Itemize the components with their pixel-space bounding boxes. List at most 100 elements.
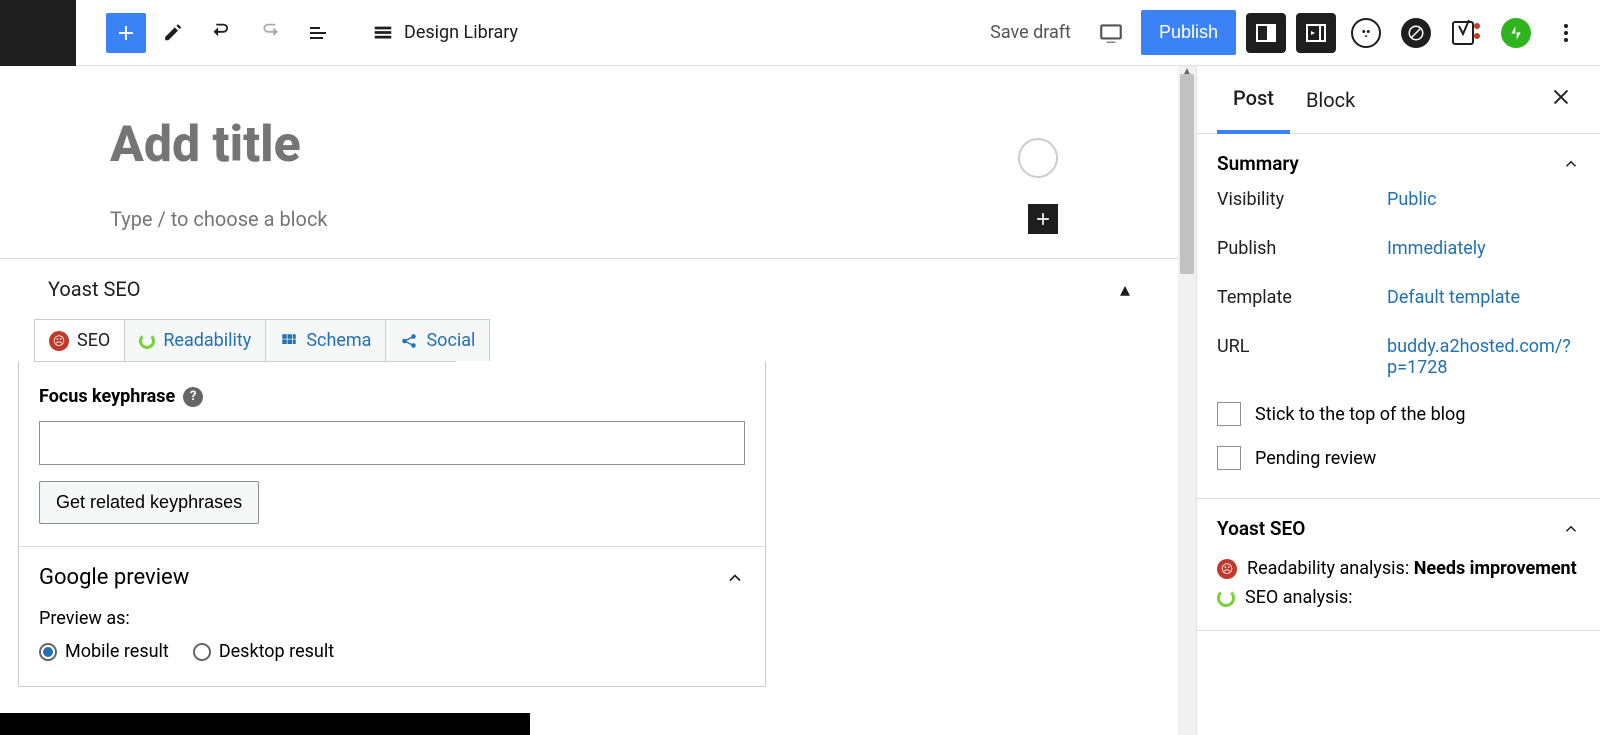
options-menu-button[interactable] xyxy=(1546,13,1586,53)
sidebar-tabs: Post Block xyxy=(1197,66,1600,134)
google-preview-section: Google preview Preview as: Mobile result… xyxy=(19,546,765,662)
scroll-thumb[interactable] xyxy=(1180,74,1194,274)
yoast-metabox-header[interactable]: Yoast SEO ▴ xyxy=(0,259,1178,319)
add-block-button[interactable] xyxy=(106,13,146,53)
undo-icon xyxy=(210,21,234,45)
redo-button[interactable] xyxy=(250,13,290,53)
plugin-panel-button[interactable] xyxy=(1296,13,1336,53)
grid-icon xyxy=(280,332,298,350)
radio-desktop-label: Desktop result xyxy=(219,641,334,662)
get-related-keyphrases-button[interactable]: Get related keyphrases xyxy=(39,481,259,524)
tab-readability[interactable]: Readability xyxy=(124,319,266,361)
stick-label: Stick to the top of the blog xyxy=(1255,404,1465,425)
help-icon[interactable]: ? xyxy=(183,387,203,407)
save-draft-button[interactable]: Save draft xyxy=(980,16,1081,49)
desktop-icon xyxy=(1098,20,1124,46)
collab-avatar[interactable] xyxy=(1018,138,1058,178)
tab-post[interactable]: Post xyxy=(1217,66,1290,134)
block-prompt[interactable]: Type / to choose a block xyxy=(110,207,1028,231)
tab-seo[interactable]: ☹ SEO xyxy=(34,319,125,361)
undo-button[interactable] xyxy=(202,13,242,53)
google-preview-header[interactable]: Google preview xyxy=(39,565,745,590)
editor-scrollbar[interactable]: ▲ xyxy=(1178,66,1196,735)
stick-checkbox-row[interactable]: Stick to the top of the blog xyxy=(1217,392,1580,436)
yoast-seo-tabpanel: Focus keyphrase ? Get related keyphrases… xyxy=(18,362,766,687)
share-icon xyxy=(400,332,418,350)
checkbox-unchecked-icon xyxy=(1217,446,1241,470)
settings-sidebar: Post Block Summary Visibility Public Pub… xyxy=(1196,66,1600,735)
template-label: Template xyxy=(1217,287,1387,308)
sidebar-icon xyxy=(1254,21,1278,45)
owl-icon xyxy=(1351,18,1381,48)
row-url: URL buddy.a2hosted.com/?p=1728 xyxy=(1217,322,1580,392)
sidebar-yoast-header[interactable]: Yoast SEO xyxy=(1217,517,1580,540)
yoast-metabox-title: Yoast SEO xyxy=(48,277,141,301)
workspace: Add title Type / to choose a block Yoast… xyxy=(0,66,1600,735)
seo-analysis-row[interactable]: SEO analysis: xyxy=(1217,583,1580,612)
design-library-button[interactable]: Design Library xyxy=(372,22,518,44)
panel-icon xyxy=(1304,21,1328,45)
publish-value[interactable]: Immediately xyxy=(1387,238,1580,259)
yoast-metabox: Yoast SEO ▴ ☹ SEO Readability Schema xyxy=(0,258,1178,687)
mailpoet-icon[interactable] xyxy=(1346,13,1386,53)
bottom-black-bar xyxy=(0,713,530,735)
preview-radio-group: Mobile result Desktop result xyxy=(39,641,745,662)
inline-add-block-button[interactable] xyxy=(1028,204,1058,234)
summary-header[interactable]: Summary xyxy=(1217,152,1580,175)
tab-block[interactable]: Block xyxy=(1290,68,1371,132)
block-prompt-row: Type / to choose a block xyxy=(0,204,1178,258)
google-preview-title: Google preview xyxy=(39,565,189,590)
chevron-up-icon xyxy=(1562,520,1580,538)
readability-text: Readability analysis: xyxy=(1247,558,1414,579)
design-library-label: Design Library xyxy=(404,22,518,43)
post-title-input[interactable]: Add title xyxy=(110,116,1068,174)
radio-mobile-label: Mobile result xyxy=(65,641,169,662)
chevron-up-icon xyxy=(725,568,745,588)
toolbar-left: Design Library xyxy=(76,13,518,53)
tools-button[interactable] xyxy=(154,13,194,53)
radio-unchecked-icon xyxy=(193,643,211,661)
publish-button[interactable]: Publish xyxy=(1141,10,1236,55)
row-visibility: Visibility Public xyxy=(1217,175,1580,224)
close-sidebar-button[interactable] xyxy=(1542,78,1580,122)
settings-sidebar-toggle[interactable] xyxy=(1246,13,1286,53)
focus-keyphrase-input[interactable] xyxy=(39,421,745,465)
close-icon xyxy=(1550,86,1572,108)
focus-keyphrase-text: Focus keyphrase xyxy=(39,386,175,407)
sidebar-yoast-section: Yoast SEO ☹ Readability analysis: Needs … xyxy=(1197,499,1600,631)
block-nav-icon[interactable] xyxy=(1396,13,1436,53)
chevron-up-icon xyxy=(1562,155,1580,173)
tab-social-label: Social xyxy=(426,330,475,351)
jetpack-icon-button[interactable] xyxy=(1496,13,1536,53)
focus-keyphrase-label: Focus keyphrase ? xyxy=(39,386,745,407)
preview-button[interactable] xyxy=(1091,13,1131,53)
yoast-logo-icon xyxy=(1451,18,1481,48)
url-value[interactable]: buddy.a2hosted.com/?p=1728 xyxy=(1387,336,1580,378)
radio-desktop[interactable]: Desktop result xyxy=(193,641,334,662)
readability-analysis-row[interactable]: ☹ Readability analysis: Needs improvemen… xyxy=(1217,554,1580,583)
tab-social[interactable]: Social xyxy=(385,319,490,361)
preview-as-label: Preview as: xyxy=(39,608,745,629)
visibility-label: Visibility xyxy=(1217,189,1387,210)
pending-checkbox-row[interactable]: Pending review xyxy=(1217,436,1580,480)
seo-analysis-label: SEO analysis: xyxy=(1245,587,1353,608)
plus-icon xyxy=(114,21,138,45)
radio-checked-icon xyxy=(39,643,57,661)
list-icon xyxy=(306,21,330,45)
row-publish: Publish Immediately xyxy=(1217,224,1580,273)
stack-icon xyxy=(372,22,394,44)
sad-face-icon: ☹ xyxy=(1217,559,1237,579)
yoast-icon-button[interactable] xyxy=(1446,13,1486,53)
tab-schema-label: Schema xyxy=(306,330,371,351)
readability-status: Needs improvement xyxy=(1414,558,1577,579)
editor-column: Add title Type / to choose a block Yoast… xyxy=(0,66,1178,735)
tab-schema[interactable]: Schema xyxy=(265,319,386,361)
wp-logo[interactable] xyxy=(0,0,76,66)
summary-section: Summary Visibility Public Publish Immedi… xyxy=(1197,134,1600,499)
document-overview-button[interactable] xyxy=(298,13,338,53)
sad-face-icon: ☹ xyxy=(49,331,69,351)
radio-mobile[interactable]: Mobile result xyxy=(39,641,169,662)
visibility-value[interactable]: Public xyxy=(1387,189,1580,210)
pending-label: Pending review xyxy=(1255,448,1376,469)
template-value[interactable]: Default template xyxy=(1387,287,1580,308)
